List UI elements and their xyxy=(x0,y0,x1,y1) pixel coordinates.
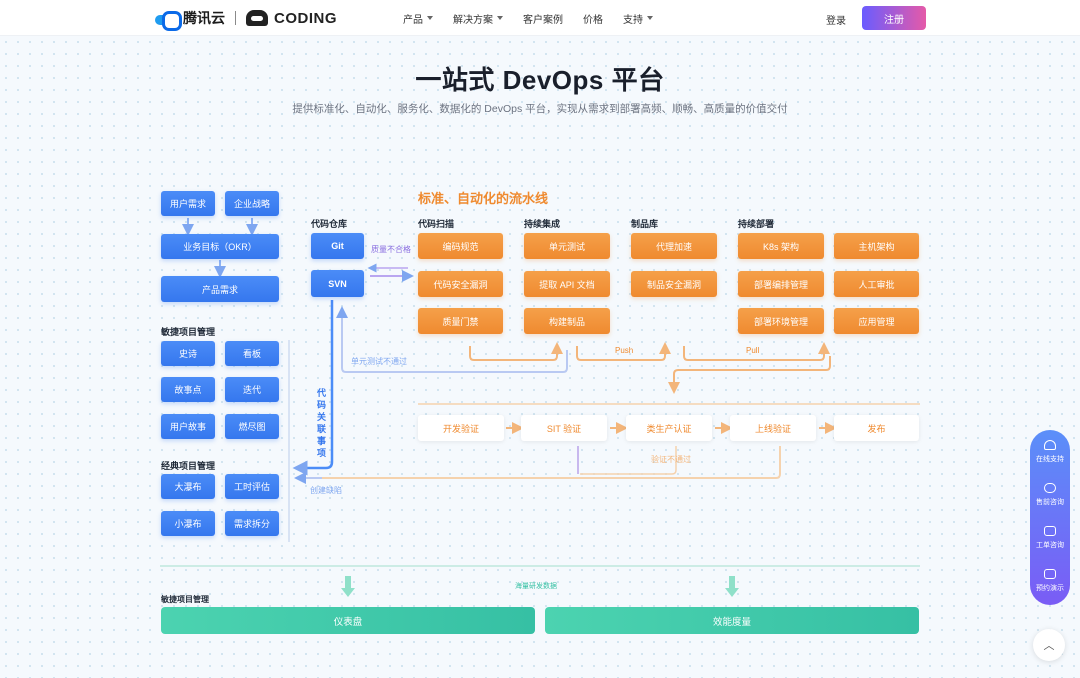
create-defect-note: 创建缺陷 xyxy=(310,486,342,495)
verify-fail-note: 验证不通过 xyxy=(651,455,691,464)
diagram-connectors xyxy=(160,218,920,597)
pull-label: Pull xyxy=(746,346,760,355)
cd-host: 主机架构 xyxy=(834,233,919,259)
stage-dev-verify: 开发验证 xyxy=(418,415,504,441)
push-label: Push xyxy=(615,346,634,355)
classic-item-effort-estimate: 工时评估 xyxy=(225,474,279,499)
headset-icon xyxy=(1044,439,1056,450)
stage-online-verify: 上线验证 xyxy=(730,415,816,441)
business-goal-box: 业务目标（OKR） xyxy=(161,234,279,259)
product-demand-box: 产品需求 xyxy=(161,276,279,302)
chevron-up-icon: ︿ xyxy=(1043,640,1055,652)
side-ticket[interactable]: 工单咨询 xyxy=(1030,516,1070,559)
cd-k8s: K8s 架构 xyxy=(738,233,824,259)
repo-title: 代码仓库 xyxy=(311,219,348,229)
git-box: Git xyxy=(311,233,364,259)
user-demand-box: 用户需求 xyxy=(161,191,215,216)
agile-item-user-story: 用户故事 xyxy=(161,414,215,439)
play-screen-icon xyxy=(1044,568,1056,579)
code-link-vertical-label: 代码关联事项 xyxy=(317,388,327,458)
metrics-bar: 效能度量 xyxy=(545,607,919,634)
artifact-vulnerability: 制品安全漏洞 xyxy=(631,271,717,297)
cd-orchestration: 部署编排管理 xyxy=(738,271,824,297)
quality-fail-note: 质量不合格 xyxy=(371,245,411,254)
pipeline-title: 标准、自动化的流水线 xyxy=(418,191,549,206)
side-item-label: 工单咨询 xyxy=(1036,541,1064,549)
agile-item-kanban: 看板 xyxy=(225,341,279,366)
pipeline-col-cd: 持续部署 xyxy=(738,219,775,229)
agile-item-epic: 史诗 xyxy=(161,341,215,366)
side-item-label: 预约演示 xyxy=(1036,584,1064,592)
pipeline-col-ci: 持续集成 xyxy=(524,219,561,229)
classic-pm-title: 经典项目管理 xyxy=(161,461,216,471)
stage-sit-verify: SIT 验证 xyxy=(521,415,607,441)
pipeline-col-scan: 代码扫描 xyxy=(418,219,455,229)
stage-preprod-cert: 类生产认证 xyxy=(626,415,712,441)
support-side-widget: 在线支持 售前咨询 工单咨询 预约演示 xyxy=(1030,430,1070,605)
scan-code-vulnerability: 代码安全漏洞 xyxy=(418,271,503,297)
agile-pm-title: 敏捷项目管理 xyxy=(161,327,216,337)
svn-box: SVN xyxy=(311,270,364,297)
stage-release: 发布 xyxy=(834,415,919,441)
side-demo[interactable]: 预约演示 xyxy=(1030,559,1070,602)
dashboard-bar: 仪表盘 xyxy=(161,607,535,634)
chat-icon xyxy=(1044,482,1056,493)
pipeline-col-artifact: 制品库 xyxy=(631,219,659,229)
unit-test-fail-note: 单元测试不通过 xyxy=(351,357,407,366)
side-item-label: 售前咨询 xyxy=(1036,498,1064,506)
side-online-support[interactable]: 在线支持 xyxy=(1030,430,1070,473)
mass-data-note: 海量研发数据 xyxy=(515,583,557,590)
agile-item-story-points: 故事点 xyxy=(161,377,215,402)
cd-app-management: 应用管理 xyxy=(834,308,919,334)
bottom-section-title: 敏捷项目管理 xyxy=(161,595,209,604)
cd-environment: 部署环境管理 xyxy=(738,308,824,334)
agile-item-burndown: 燃尽图 xyxy=(225,414,279,439)
ci-unit-test: 单元测试 xyxy=(524,233,610,259)
classic-item-small-waterfall: 小瀑布 xyxy=(161,511,215,536)
back-to-top-button[interactable]: ︿ xyxy=(1033,629,1065,661)
artifact-proxy: 代理加速 xyxy=(631,233,717,259)
classic-item-big-waterfall: 大瀑布 xyxy=(161,474,215,499)
ci-api-doc: 提取 API 文档 xyxy=(524,271,610,297)
ci-build-artifact: 构建制品 xyxy=(524,308,610,334)
edit-ticket-icon xyxy=(1044,525,1056,536)
agile-item-iteration: 迭代 xyxy=(225,377,279,402)
side-presales[interactable]: 售前咨询 xyxy=(1030,473,1070,516)
classic-item-demand-split: 需求拆分 xyxy=(225,511,279,536)
side-item-label: 在线支持 xyxy=(1036,455,1064,463)
cd-manual-approval: 人工审批 xyxy=(834,271,919,297)
enterprise-strategy-box: 企业战略 xyxy=(225,191,279,216)
scan-quality-gate: 质量门禁 xyxy=(418,308,503,334)
scan-coding-standard: 编码规范 xyxy=(418,233,503,259)
